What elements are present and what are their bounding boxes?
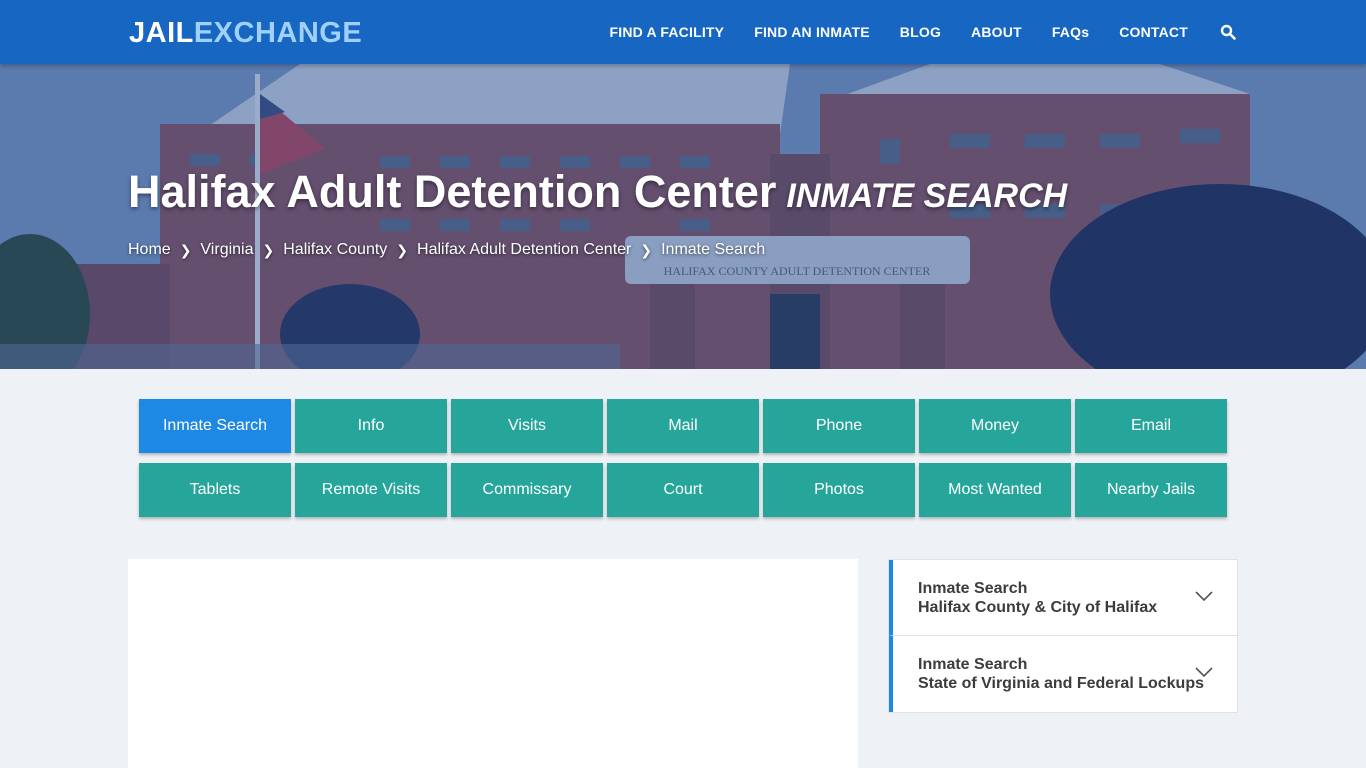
logo-text-exchange: EXCHANGE <box>193 17 363 49</box>
site-logo[interactable]: JAILEXCHANGE <box>129 16 362 50</box>
tab-phone[interactable]: Phone <box>763 399 915 453</box>
breadcrumb-county[interactable]: Halifax County <box>283 241 387 259</box>
chevron-right-icon: ❯ <box>179 241 192 258</box>
nav-faqs[interactable]: FAQs <box>1052 24 1089 40</box>
page-title-text: Halifax Adult Detention Center <box>128 166 777 217</box>
accordion-item-title: Inmate Search <box>918 580 1028 597</box>
sidebar-accordion: Inmate Search Halifax County & City of H… <box>888 559 1238 713</box>
chevron-down-icon[interactable] <box>1195 666 1213 678</box>
nav-contact[interactable]: CONTACT <box>1119 24 1188 40</box>
breadcrumb-facility[interactable]: Halifax Adult Detention Center <box>417 241 631 259</box>
tab-visits[interactable]: Visits <box>451 399 603 453</box>
chevron-right-icon: ❯ <box>640 241 653 258</box>
breadcrumb: Home ❯ Virginia ❯ Halifax County ❯ Halif… <box>128 241 765 259</box>
tab-mail[interactable]: Mail <box>607 399 759 453</box>
breadcrumb-home[interactable]: Home <box>128 241 171 259</box>
chevron-down-icon[interactable] <box>1195 590 1213 602</box>
accordion-item-subtitle: Halifax County & City of Halifax <box>918 599 1158 616</box>
tab-email[interactable]: Email <box>1075 399 1227 453</box>
nav-about[interactable]: ABOUT <box>971 24 1022 40</box>
tab-commissary[interactable]: Commissary <box>451 463 603 517</box>
facility-tab-grid: Inmate Search Info Visits Mail Phone Mon… <box>139 399 1229 517</box>
tab-remote-visits[interactable]: Remote Visits <box>295 463 447 517</box>
accordion-item-halifax[interactable]: Inmate Search Halifax County & City of H… <box>889 560 1237 636</box>
breadcrumb-current: Inmate Search <box>661 241 766 258</box>
tab-info[interactable]: Info <box>295 399 447 453</box>
tab-nearby-jails[interactable]: Nearby Jails <box>1075 463 1227 517</box>
chevron-right-icon: ❯ <box>262 241 275 258</box>
page-subtitle: INMATE SEARCH <box>786 177 1068 215</box>
accordion-item-subtitle: State of Virginia and Federal Lockups <box>918 675 1204 692</box>
hero-banner: HALIFAX COUNTY ADULT DETENTION CENTER Ha… <box>0 64 1366 369</box>
nav-blog[interactable]: BLOG <box>900 24 941 40</box>
logo-text-jail: JAIL <box>129 17 194 49</box>
search-icon[interactable] <box>1220 24 1236 40</box>
main-content-card <box>128 559 858 768</box>
tab-photos[interactable]: Photos <box>763 463 915 517</box>
tab-inmate-search[interactable]: Inmate Search <box>139 399 291 453</box>
main-nav: FIND A FACILITY FIND AN INMATE BLOG ABOU… <box>579 0 1236 64</box>
tab-most-wanted[interactable]: Most Wanted <box>919 463 1071 517</box>
accordion-item-title: Inmate Search <box>918 656 1028 673</box>
tab-money[interactable]: Money <box>919 399 1071 453</box>
chevron-right-icon: ❯ <box>396 241 409 258</box>
nav-find-facility[interactable]: FIND A FACILITY <box>609 24 724 40</box>
accordion-item-virginia[interactable]: Inmate Search State of Virginia and Fede… <box>889 636 1237 712</box>
page-title: Halifax Adult Detention Center INMATE SEA… <box>128 166 1067 222</box>
top-navbar: JAILEXCHANGE FIND A FACILITY FIND AN INM… <box>0 0 1366 64</box>
tab-tablets[interactable]: Tablets <box>139 463 291 517</box>
tab-court[interactable]: Court <box>607 463 759 517</box>
nav-find-inmate[interactable]: FIND AN INMATE <box>754 24 870 40</box>
breadcrumb-state[interactable]: Virginia <box>200 241 253 259</box>
